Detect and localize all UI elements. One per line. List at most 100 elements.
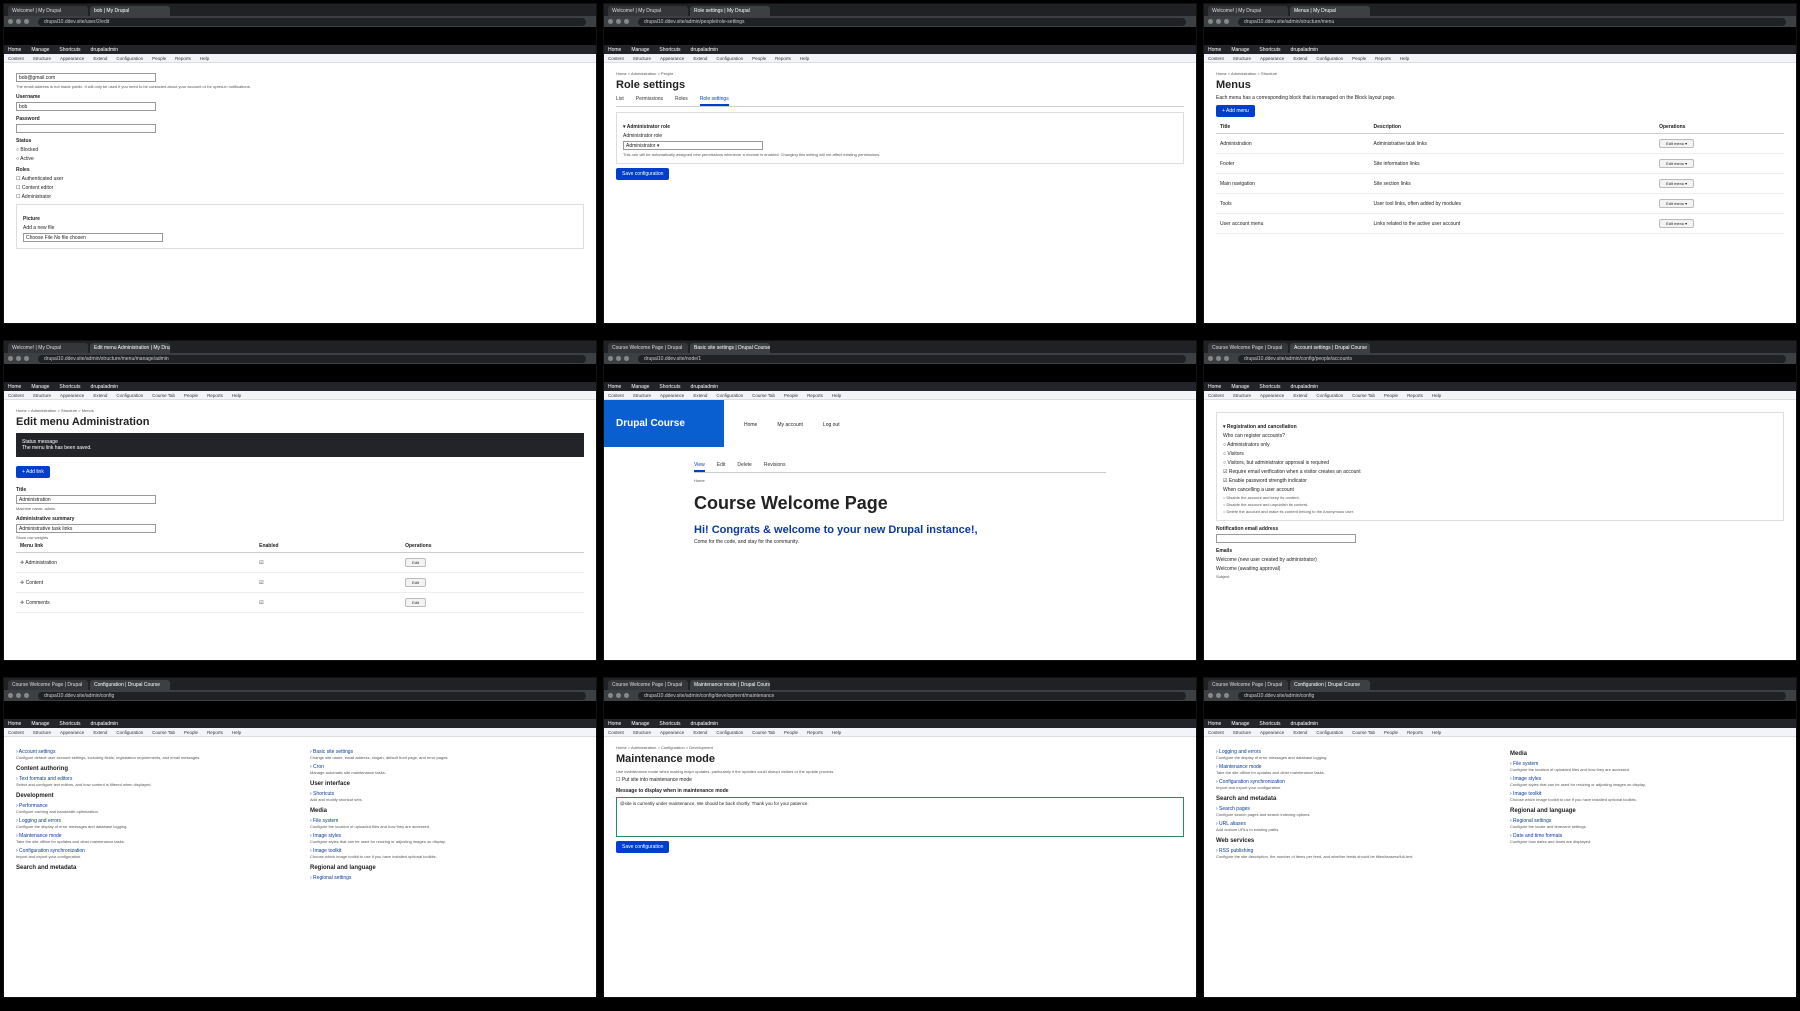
admin-menu-item[interactable]: Configuration bbox=[716, 393, 743, 398]
toolbar-item[interactable]: Home bbox=[8, 721, 21, 727]
browser-tab[interactable]: Course Welcome Page | Drupal bbox=[608, 343, 688, 353]
edit-menu-button[interactable]: Edit menu ▾ bbox=[1659, 219, 1695, 228]
admin-menu-item[interactable]: Structure bbox=[1233, 730, 1251, 735]
browser-tab[interactable]: Welcome! | My Drupal bbox=[8, 6, 88, 16]
toolbar-item[interactable]: Home bbox=[608, 47, 621, 53]
admin-menu-item[interactable]: Course Tab bbox=[152, 393, 175, 398]
toolbar-item[interactable]: Shortcuts bbox=[1259, 47, 1280, 53]
toolbar-item[interactable]: drupaladmin bbox=[1291, 47, 1319, 53]
admin-menu-item[interactable]: Content bbox=[1208, 56, 1224, 61]
admin-menu-item[interactable]: Structure bbox=[633, 730, 651, 735]
url-input[interactable]: drupal10.ddev.site/admin/config bbox=[1238, 691, 1786, 700]
admin-menu-item[interactable]: Help bbox=[832, 730, 841, 735]
admin-menu-item[interactable]: Extend bbox=[93, 56, 107, 61]
admin-menu-item[interactable]: Configuration bbox=[716, 56, 743, 61]
email-tab[interactable]: Welcome (awaiting approval) bbox=[1216, 566, 1784, 572]
reload-icon[interactable] bbox=[24, 19, 29, 24]
admin-menu-item[interactable]: Help bbox=[232, 730, 241, 735]
edit-menu-button[interactable]: Edit menu ▾ bbox=[1659, 159, 1695, 168]
forward-icon[interactable] bbox=[616, 19, 621, 24]
reload-icon[interactable] bbox=[1224, 693, 1229, 698]
edit-menu-button[interactable]: Edit menu ▾ bbox=[1659, 199, 1695, 208]
toolbar-item[interactable]: drupaladmin bbox=[91, 721, 119, 727]
admin-menu-item[interactable]: People bbox=[784, 730, 798, 735]
back-icon[interactable] bbox=[8, 19, 13, 24]
menu-link[interactable]: ✛ Content bbox=[16, 572, 256, 593]
admin-menu-item[interactable]: Extend bbox=[1293, 56, 1307, 61]
toolbar-item[interactable]: Shortcuts bbox=[1259, 721, 1280, 727]
forward-icon[interactable] bbox=[16, 19, 21, 24]
admin-menu-item[interactable]: People bbox=[1384, 730, 1398, 735]
admin-menu-item[interactable]: Content bbox=[8, 393, 24, 398]
toolbar-item[interactable]: Manage bbox=[631, 384, 649, 390]
cancel-radio[interactable]: ○ Disable the account and keep its conte… bbox=[1223, 495, 1777, 500]
admin-menu-item[interactable]: Extend bbox=[693, 730, 707, 735]
admin-menu-item[interactable]: Appearance bbox=[1260, 730, 1284, 735]
browser-tab[interactable]: Course Welcome Page | Drupal bbox=[608, 680, 688, 690]
toolbar-item[interactable]: Shortcuts bbox=[659, 721, 680, 727]
toolbar-item[interactable]: Home bbox=[1208, 47, 1221, 53]
forward-icon[interactable] bbox=[616, 693, 621, 698]
toolbar-item[interactable]: Home bbox=[1208, 384, 1221, 390]
admin-menu-item[interactable]: Help bbox=[800, 56, 809, 61]
save-button[interactable]: Save configuration bbox=[616, 841, 670, 853]
tab-item[interactable]: View bbox=[694, 462, 705, 472]
admin-menu-item[interactable]: Reports bbox=[207, 393, 223, 398]
nav-link[interactable]: Log out bbox=[823, 422, 840, 428]
admin-menu-item[interactable]: Help bbox=[232, 393, 241, 398]
back-icon[interactable] bbox=[1208, 693, 1213, 698]
strength-checkbox[interactable]: ☑ Enable password strength indicator bbox=[1223, 478, 1777, 484]
browser-tab[interactable]: Course Welcome Page | Drupal bbox=[1208, 680, 1288, 690]
admin-menu-item[interactable]: Configuration bbox=[116, 730, 143, 735]
admin-menu-item[interactable]: Course Tab bbox=[752, 393, 775, 398]
back-icon[interactable] bbox=[608, 19, 613, 24]
admin-menu-item[interactable]: Content bbox=[8, 56, 24, 61]
tab-item[interactable]: Permissions bbox=[636, 96, 663, 106]
admin-menu-item[interactable]: Configuration bbox=[116, 393, 143, 398]
admin-menu-item[interactable]: Reports bbox=[775, 56, 791, 61]
menu-link[interactable]: ✛ Administration bbox=[16, 552, 256, 573]
browser-tab[interactable]: Welcome! | My Drupal bbox=[608, 6, 688, 16]
browser-tab[interactable]: Configuration | Drupal Course bbox=[1290, 680, 1370, 690]
url-input[interactable]: drupal10.ddev.site/user/2/edit bbox=[38, 17, 586, 26]
admin-menu-item[interactable]: Appearance bbox=[1260, 56, 1284, 61]
toolbar-item[interactable]: Home bbox=[8, 384, 21, 390]
back-icon[interactable] bbox=[608, 693, 613, 698]
status-radio[interactable]: ○ Blocked bbox=[16, 147, 584, 153]
admin-menu-item[interactable]: Help bbox=[1400, 56, 1409, 61]
nav-link[interactable]: My account bbox=[777, 422, 803, 428]
notify-field[interactable] bbox=[1216, 534, 1356, 543]
admin-menu-item[interactable]: Extend bbox=[1293, 730, 1307, 735]
toolbar-item[interactable]: Home bbox=[608, 721, 621, 727]
save-button[interactable]: Save configuration bbox=[616, 168, 670, 180]
toolbar-item[interactable]: Manage bbox=[1231, 721, 1249, 727]
role-select[interactable]: Administrator ▾ bbox=[623, 141, 763, 150]
url-input[interactable]: drupal10.ddev.site/admin/config/people/a… bbox=[1238, 354, 1786, 363]
admin-menu-item[interactable]: Content bbox=[1208, 393, 1224, 398]
browser-tab[interactable]: bob | My Drupal bbox=[90, 6, 170, 16]
forward-icon[interactable] bbox=[16, 356, 21, 361]
file-input[interactable]: Choose File No file chosen bbox=[23, 233, 163, 242]
admin-menu-item[interactable]: Help bbox=[200, 56, 209, 61]
admin-menu-item[interactable]: Appearance bbox=[660, 730, 684, 735]
admin-menu-item[interactable]: Content bbox=[608, 56, 624, 61]
forward-icon[interactable] bbox=[1216, 19, 1221, 24]
browser-tab[interactable]: Maintenance mode | Drupal Course bbox=[690, 680, 770, 690]
forward-icon[interactable] bbox=[16, 693, 21, 698]
tab-item[interactable]: Edit bbox=[717, 462, 726, 472]
url-input[interactable]: drupal10.ddev.site/admin/structure/menu bbox=[1238, 17, 1786, 26]
toolbar-item[interactable]: Home bbox=[1208, 721, 1221, 727]
admin-menu-item[interactable]: Reports bbox=[175, 56, 191, 61]
toolbar-item[interactable]: Home bbox=[8, 47, 21, 53]
cancel-radio[interactable]: ○ Disable the account and unpublish its … bbox=[1223, 502, 1777, 507]
breadcrumb[interactable]: Home bbox=[694, 478, 1106, 483]
admin-menu-item[interactable]: People bbox=[1352, 56, 1366, 61]
admin-menu-item[interactable]: People bbox=[184, 730, 198, 735]
back-icon[interactable] bbox=[8, 693, 13, 698]
password-field[interactable] bbox=[16, 124, 156, 133]
back-icon[interactable] bbox=[1208, 356, 1213, 361]
admin-menu-item[interactable]: Reports bbox=[807, 393, 823, 398]
edit-button[interactable]: Edit bbox=[405, 598, 426, 607]
admin-menu-item[interactable]: Reports bbox=[207, 730, 223, 735]
admin-menu-item[interactable]: Configuration bbox=[116, 56, 143, 61]
